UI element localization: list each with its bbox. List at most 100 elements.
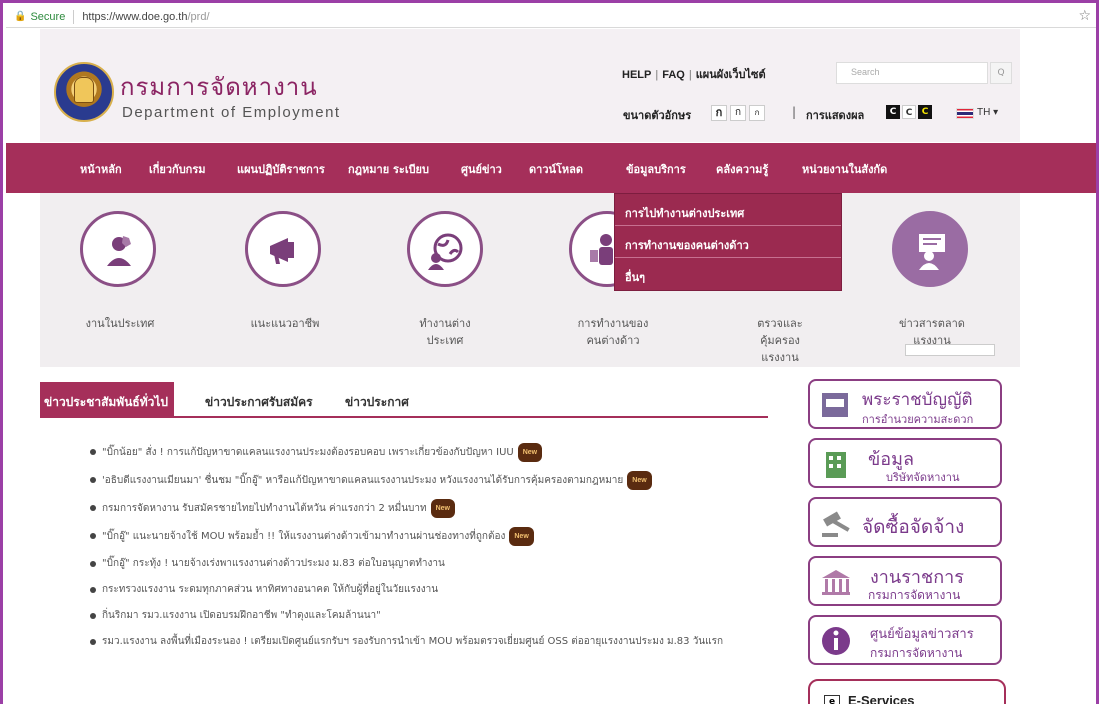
- url-host: https://www.doe.go.th: [82, 10, 188, 23]
- url-text[interactable]: https://www.doe.go.th/prd/: [82, 11, 209, 23]
- info-icon: [822, 627, 850, 655]
- contrast-normal-button[interactable]: C: [902, 105, 916, 119]
- bottom-fade: [3, 689, 333, 704]
- banner-title: พระราชบัญญัติ: [862, 390, 973, 410]
- nav-downloads[interactable]: ดาวน์โหลด: [529, 160, 583, 178]
- banner-subtitle: บริษัทจัดหางาน: [886, 471, 960, 484]
- address-divider: [73, 9, 75, 24]
- tab-announcements[interactable]: ข่าวประกาศ: [345, 382, 409, 418]
- new-badge: New: [430, 499, 456, 518]
- search-input[interactable]: Search: [836, 62, 988, 84]
- dropdown-item-foreign-workers[interactable]: การทำงานของคนต่างด้าว: [615, 226, 841, 258]
- e-services-icon: e: [824, 695, 840, 704]
- window-frame: 🔒 Secure https://www.doe.go.th/prd/ ☆ กร…: [0, 0, 1099, 704]
- nav-laws[interactable]: กฎหมาย ระเบียบ: [348, 160, 429, 178]
- top-links: HELP | FAQ | แผนผังเว็บไซต์: [622, 65, 766, 83]
- site-title-thai[interactable]: กรมการจัดหางาน: [120, 67, 318, 106]
- font-size-label: ขนาดตัวอักษร: [623, 109, 692, 122]
- main-nav: หน้าหลัก เกี่ยวกับกรม แผนปฏิบัติราชการ ก…: [6, 143, 1096, 193]
- news-item[interactable]: "บิ๊กอู๊" แนะนายจ้างใช้ MOU พร้อมย้ำ !! …: [90, 527, 780, 546]
- career-guidance-button[interactable]: [245, 211, 321, 287]
- header-divider: |: [792, 105, 797, 119]
- banner-title: จัดซื้อจัดจ้าง: [862, 516, 965, 538]
- contrast-dark-button[interactable]: C: [886, 105, 900, 119]
- sitemap-link[interactable]: แผนผังเว็บไซต์: [696, 69, 766, 81]
- service-label: ทำงานต่าง ประเทศ: [419, 317, 471, 347]
- news-item[interactable]: "บิ๊กน้อย" สั่ง ! การแก้ปัญหาขาดแคลนแรงง…: [90, 443, 780, 462]
- page: กรมการจัดหางาน Department of Employment …: [6, 29, 1096, 704]
- news-item[interactable]: กิ่นริกมา รมว.แรงงาน เปิดอบรมฝึกอาชีพ "ท…: [90, 607, 780, 624]
- civil-service-jobs-banner[interactable]: งานราชการ กรมการจัดหางาน: [808, 556, 1002, 606]
- nav-service-info[interactable]: ข้อมูลบริการ: [626, 160, 686, 178]
- secure-label: Secure: [30, 10, 66, 23]
- service-label: การทำงานของ คนต่างด้าว: [577, 317, 649, 347]
- nav-news-center[interactable]: ศูนย์ข่าว: [461, 160, 502, 178]
- tab-recruitment-news[interactable]: ข่าวประกาศรับสมัคร: [205, 382, 313, 418]
- new-badge: New: [627, 471, 652, 490]
- procurement-banner[interactable]: จัดซื้อจัดจ้าง: [808, 497, 1002, 547]
- law-book-icon: [822, 393, 848, 417]
- site-header: กรมการจัดหางาน Department of Employment …: [40, 29, 1020, 142]
- service-info-dropdown: การไปทำงานต่างประเทศ การทำงานของคนต่างด้…: [614, 193, 842, 291]
- megaphone-icon: [270, 238, 294, 264]
- address-bar[interactable]: 🔒 Secure https://www.doe.go.th/prd/ ☆: [6, 6, 1096, 28]
- logo-emblem: [74, 77, 94, 103]
- e-services-label: E-Services: [848, 693, 915, 704]
- news-tabs: ข่าวประชาสัมพันธ์ทั่วไป ข่าวประกาศรับสมั…: [40, 382, 768, 418]
- service-label: งานในประเทศ: [85, 317, 155, 330]
- banner-subtitle: กรมการจัดหางาน: [868, 588, 961, 602]
- search-icon[interactable]: Q: [990, 62, 1012, 84]
- gavel-icon: [822, 511, 850, 537]
- display-mode-label: การแสดงผล: [806, 109, 865, 122]
- info-center-banner[interactable]: ศูนย์ข้อมูลข่าวสาร กรมการจัดหางาน: [808, 615, 1002, 665]
- services-section: งานในประเทศ แนะแนวอาชีพ ทำงานต่าง ประเทศ …: [40, 193, 1020, 367]
- news-item[interactable]: กระทรวงแรงงาน ระดมทุกภาคส่วน หาทิศทางอนา…: [90, 581, 780, 598]
- help-link[interactable]: HELP: [622, 69, 651, 81]
- dropdown-item-work-abroad[interactable]: การไปทำงานต่างประเทศ: [615, 194, 841, 226]
- government-building-icon: [822, 570, 850, 595]
- new-badge: New: [509, 527, 534, 546]
- site-title-english[interactable]: Department of Employment: [122, 104, 341, 121]
- bookmark-star-icon[interactable]: ☆: [1078, 8, 1091, 24]
- thai-flag-icon[interactable]: [956, 108, 974, 119]
- news-list: "บิ๊กน้อย" สั่ง ! การแก้ปัญหาขาดแคลนแรงง…: [90, 443, 780, 659]
- language-code: TH: [977, 107, 991, 118]
- font-size-medium-button[interactable]: ก: [730, 105, 746, 121]
- presenter-board-icon: [919, 234, 945, 270]
- lock-icon: 🔒: [14, 11, 27, 22]
- nav-about[interactable]: เกี่ยวกับกรม: [149, 160, 206, 178]
- tab-general-news[interactable]: ข่าวประชาสัมพันธ์ทั่วไป: [40, 382, 175, 418]
- contrast-yellow-button[interactable]: C: [918, 105, 932, 119]
- nav-action-plan[interactable]: แผนปฏิบัติราชการ: [237, 160, 325, 178]
- service-label: ตรวจและ คุ้มครอง แรงงาน: [757, 317, 803, 364]
- act-banner[interactable]: พระราชบัญญัติ การอำนวยความสะดวก: [808, 379, 1002, 429]
- nav-knowledge[interactable]: คลังความรู้: [716, 160, 768, 178]
- faq-link[interactable]: FAQ: [662, 69, 685, 81]
- link-divider: |: [655, 69, 659, 81]
- font-size-small-button[interactable]: ก: [749, 105, 765, 121]
- language-selector[interactable]: TH ▾: [977, 107, 998, 118]
- news-item[interactable]: รมว.แรงงาน ลงพื้นที่เมืองระนอง ! เตรียมเ…: [90, 633, 780, 650]
- news-item[interactable]: "บิ๊กอู๊" กระทุ้ง ! นายจ้างเร่งพาแรงงานต…: [90, 555, 780, 572]
- labor-market-news-button[interactable]: [892, 211, 968, 287]
- labor-market-search-input[interactable]: [905, 344, 995, 356]
- url-path: /prd/: [187, 10, 210, 23]
- banner-subtitle: การอำนวยความสะดวก: [862, 413, 974, 426]
- e-services-panel[interactable]: e E-Services: [808, 679, 1006, 704]
- company-info-banner[interactable]: ข้อมูล บริษัทจัดหางาน: [808, 438, 1002, 488]
- work-abroad-button[interactable]: [407, 211, 483, 287]
- news-item[interactable]: กรมการจัดหางาน รับสมัครชายไทยไปทำงานไต้ห…: [90, 499, 780, 518]
- font-size-large-button[interactable]: ก: [711, 105, 727, 121]
- nav-agencies[interactable]: หน่วยงานในสังกัด: [802, 160, 887, 178]
- department-logo-icon[interactable]: [54, 62, 114, 122]
- domestic-jobs-button[interactable]: [80, 211, 156, 287]
- news-item[interactable]: 'อธิบดีแรงงานเมียนมา' ชื่นชม "บิ๊กอู๊" ห…: [90, 471, 780, 490]
- globe-icon: [428, 233, 463, 270]
- person-map-icon: [107, 236, 131, 266]
- nav-home[interactable]: หน้าหลัก: [80, 160, 122, 178]
- dropdown-item-others[interactable]: อื่นๆ: [615, 258, 841, 290]
- service-label: แนะแนวอาชีพ: [250, 317, 320, 330]
- new-badge: New: [517, 443, 543, 462]
- banner-title: ศูนย์ข้อมูลข่าวสาร: [870, 627, 974, 642]
- building-icon: [826, 452, 846, 478]
